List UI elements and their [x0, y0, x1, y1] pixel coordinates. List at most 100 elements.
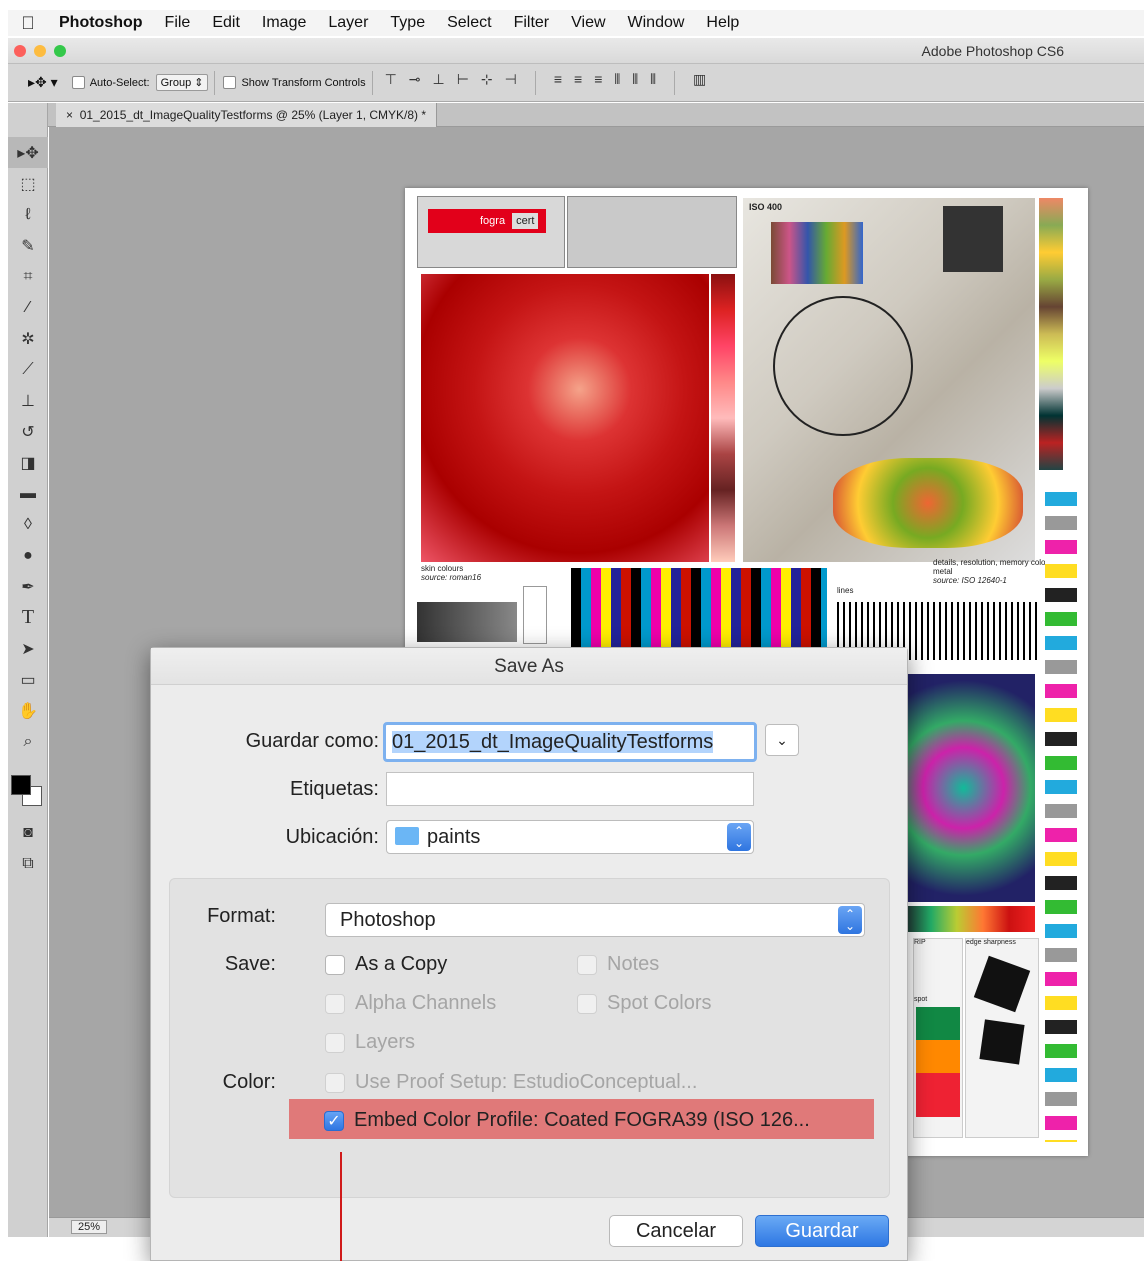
- auto-select-checkbox[interactable]: [71, 76, 85, 89]
- checkbox-box[interactable]: [325, 954, 345, 975]
- rectangle-tool-icon[interactable]: ▭: [8, 664, 48, 695]
- menu-view[interactable]: View: [560, 14, 616, 32]
- document-tab[interactable]: × 01_2015_dt_ImageQualityTestforms @ 25%…: [56, 103, 438, 127]
- save-button[interactable]: Guardar: [755, 1215, 889, 1247]
- show-transform-checkbox[interactable]: [223, 76, 237, 89]
- filename-value: 01_2015_dt_ImageQualityTestforms: [392, 731, 714, 753]
- menu-edit[interactable]: Edit: [201, 14, 251, 32]
- menu-filter[interactable]: Filter: [503, 14, 561, 32]
- lasso-tool-icon[interactable]: ℓ: [8, 199, 48, 230]
- cert-text: cert: [512, 213, 539, 229]
- checkmark-icon[interactable]: ✓: [324, 1110, 344, 1131]
- menu-window[interactable]: Window: [617, 14, 696, 32]
- menu-select[interactable]: Select: [436, 14, 502, 32]
- distribute-bottom-icon[interactable]: ≡: [594, 71, 602, 95]
- screen-mode-icon[interactable]: ⧉: [8, 848, 48, 879]
- chevron-down-icon: ⌄: [776, 732, 788, 748]
- notes-checkbox[interactable]: Notes: [577, 953, 659, 976]
- tags-input[interactable]: [386, 772, 754, 806]
- dodge-tool-icon[interactable]: ●: [8, 540, 48, 571]
- auto-select-value: Group: [160, 77, 192, 89]
- pinwheel-photo: [905, 674, 1035, 902]
- as-a-copy-checkbox[interactable]: As a Copy: [325, 953, 447, 976]
- bicycle-wheel: [773, 296, 913, 436]
- rip-label: RIP: [914, 939, 926, 946]
- healing-brush-tool-icon[interactable]: ✲: [8, 323, 48, 354]
- zoom-window-button[interactable]: [54, 45, 66, 57]
- show-transform-label: Show Transform Controls: [241, 76, 366, 89]
- menu-layer[interactable]: Layer: [317, 14, 379, 32]
- menu-image[interactable]: Image: [251, 14, 317, 32]
- move-tool-icon[interactable]: ▸✥: [8, 137, 48, 168]
- align-right-icon[interactable]: ⊣: [505, 71, 517, 95]
- distribute-vcenter-icon[interactable]: ≡: [574, 71, 582, 95]
- quick-mask-icon[interactable]: ◙: [8, 817, 48, 848]
- skin-colours-photo: [421, 274, 709, 562]
- auto-align-icon[interactable]: ▥: [693, 71, 706, 95]
- menu-photoshop[interactable]: Photoshop: [48, 14, 154, 32]
- move-tool-icon[interactable]: ▸✥ ▾: [28, 74, 58, 91]
- marquee-tool-icon[interactable]: ⬚: [8, 168, 48, 199]
- menu-help[interactable]: Help: [695, 14, 750, 32]
- eraser-tool-icon[interactable]: ◨: [8, 447, 48, 478]
- hand-tool-icon[interactable]: ✋: [8, 695, 48, 726]
- distribute-right-icon[interactable]: ⫴: [650, 71, 656, 95]
- clock: [943, 206, 1003, 272]
- zoom-level[interactable]: 25%: [71, 1220, 108, 1234]
- skin-colours-caption: skin colours source: roman16: [421, 564, 481, 582]
- checkbox-box[interactable]: [325, 1072, 345, 1093]
- location-value: paints: [427, 826, 481, 848]
- embed-color-profile-checkbox[interactable]: ✓ Embed Color Profile: Coated FOGRA39 (IS…: [324, 1109, 810, 1132]
- brush-tool-icon[interactable]: ⟋: [8, 354, 48, 385]
- close-window-button[interactable]: [14, 45, 26, 57]
- crop-tool-icon[interactable]: ⌗: [8, 261, 48, 292]
- location-select[interactable]: paints ⌃ ⌄: [386, 820, 754, 854]
- menu-file[interactable]: File: [154, 14, 202, 32]
- distribute-left-icon[interactable]: ⫴: [614, 71, 620, 95]
- format-select[interactable]: Photoshop ⌃ ⌄: [325, 903, 865, 937]
- distribute-top-icon[interactable]: ≡: [554, 71, 562, 95]
- gradient-tool-icon[interactable]: ▬: [8, 478, 48, 509]
- apple-icon[interactable]: : [8, 13, 48, 34]
- align-hcenter-icon[interactable]: ⊹: [481, 71, 493, 95]
- checkbox-box[interactable]: [577, 993, 597, 1014]
- layers-checkbox[interactable]: Layers: [325, 1031, 415, 1054]
- eyedropper-tool-icon[interactable]: ⁄: [8, 292, 48, 323]
- zoom-tool-icon[interactable]: ⌕: [8, 726, 48, 757]
- filename-input[interactable]: 01_2015_dt_ImageQualityTestforms: [383, 722, 757, 762]
- minimize-window-button[interactable]: [34, 45, 46, 57]
- checkbox-box[interactable]: [325, 993, 345, 1014]
- align-vcenter-icon[interactable]: ⊸: [409, 71, 421, 95]
- menu-type[interactable]: Type: [379, 14, 436, 32]
- quick-select-tool-icon[interactable]: ✎: [8, 230, 48, 261]
- cancel-button[interactable]: Cancelar: [609, 1215, 743, 1247]
- control-strip: [1045, 492, 1077, 1142]
- checkbox-box[interactable]: [325, 1032, 345, 1053]
- type-tool-icon[interactable]: T: [8, 602, 48, 633]
- pen-tool-icon[interactable]: ✒: [8, 571, 48, 602]
- alpha-channels-checkbox[interactable]: Alpha Channels: [325, 992, 496, 1015]
- up-down-arrows-icon: ⌃ ⌄: [727, 823, 751, 851]
- tools-panel: ▸✥ ⬚ ℓ ✎ ⌗ ⁄ ✲ ⟋ ⊥ ↺ ◨ ▬ ◊ ● ✒ T ➤ ▭ ✋ ⌕…: [8, 103, 48, 1237]
- edge-square-1: [973, 955, 1031, 1013]
- use-proof-setup-checkbox[interactable]: Use Proof Setup: EstudioConceptual...: [325, 1071, 697, 1094]
- spot-colors-checkbox[interactable]: Spot Colors: [577, 992, 712, 1015]
- foreground-color-swatch[interactable]: [11, 775, 31, 795]
- history-brush-tool-icon[interactable]: ↺: [8, 416, 48, 447]
- align-bottom-icon[interactable]: ⊥: [433, 71, 445, 95]
- clone-stamp-tool-icon[interactable]: ⊥: [8, 385, 48, 416]
- expand-dialog-button[interactable]: ⌄: [765, 724, 799, 756]
- close-tab-icon[interactable]: ×: [66, 108, 73, 122]
- align-top-icon[interactable]: ⊤: [385, 71, 397, 95]
- notes-label: Notes: [607, 953, 660, 975]
- fogra-text: fogra: [480, 215, 506, 227]
- grey-scale-block: [417, 602, 517, 642]
- align-left-icon[interactable]: ⊢: [457, 71, 469, 95]
- path-select-tool-icon[interactable]: ➤: [8, 633, 48, 664]
- auto-select-dropdown[interactable]: Group ⇕: [155, 74, 209, 91]
- checkbox-box[interactable]: [577, 954, 597, 975]
- blur-tool-icon[interactable]: ◊: [8, 509, 48, 540]
- folder-icon: [395, 826, 419, 845]
- distribute-hcenter-icon[interactable]: ⫴: [632, 71, 638, 95]
- color-label: Color:: [222, 1071, 276, 1093]
